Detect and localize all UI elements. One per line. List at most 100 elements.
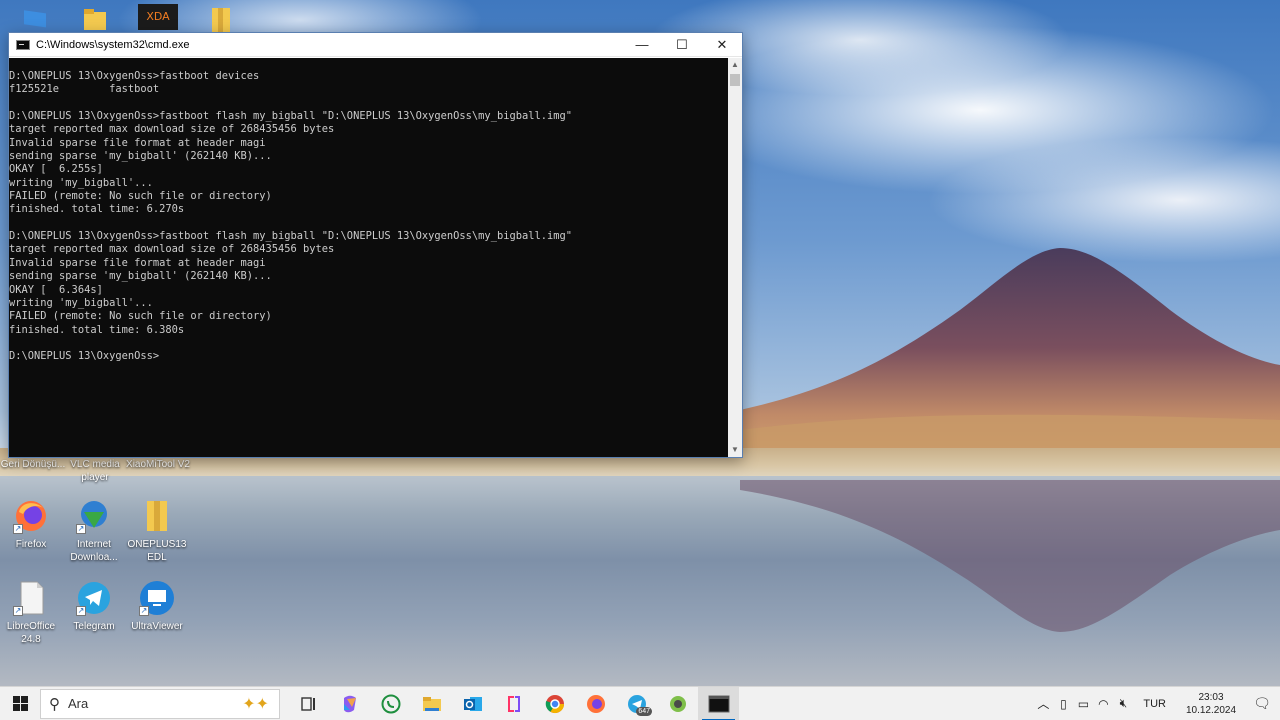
desktop-icon-label: XiaoMiTool V2: [126, 459, 190, 470]
console-line: finished. total time: 6.270s: [9, 203, 185, 216]
close-button[interactable]: ✕: [702, 33, 742, 57]
battery-icon[interactable]: ▭: [1073, 697, 1093, 711]
desktop-icon-label: Telegram: [73, 621, 115, 632]
copilot-icon: [343, 695, 356, 712]
desktop-icon-label: VLC media player: [70, 459, 120, 483]
console-line: OKAY [ 6.364s]: [9, 283, 103, 296]
scroll-up-icon[interactable]: ▲: [728, 58, 742, 72]
speaker-muted-icon[interactable]: 🔇︎: [1113, 696, 1133, 711]
chrome-icon: [545, 694, 564, 713]
taskbar-android-tool[interactable]: [657, 687, 698, 720]
xda-label: XDA: [138, 4, 178, 30]
search-icon: ⚲: [49, 695, 60, 713]
desktop-icon-label: LibreOffice 24.8: [6, 621, 56, 645]
console-line: FAILED (remote: No such file or director…: [9, 190, 272, 203]
folder-icon: [139, 498, 175, 534]
console-output[interactable]: D:\ONEPLUS 13\OxygenOss>fastboot devices…: [9, 70, 726, 457]
xda-icon[interactable]: XDA: [138, 4, 178, 32]
taskbar: ⚲ Ara ✦✦ 647 ︿ ▯ ▭ ◠ 🔇︎ TUR 23:03 10.12.…: [0, 686, 1280, 720]
desktop-icon-libreoffice[interactable]: ↗ LibreOffice 24.8: [0, 580, 64, 646]
taskbar-file-explorer[interactable]: [411, 687, 452, 720]
device-icon[interactable]: ▯: [1053, 697, 1073, 711]
console-line: writing 'my_bigball'...: [9, 176, 153, 189]
console-line: D:\ONEPLUS 13\OxygenOss>fastboot flash m…: [9, 230, 573, 243]
folder-icon[interactable]: [208, 4, 236, 32]
scroll-down-icon[interactable]: ▼: [728, 443, 742, 457]
taskbar-outlook[interactable]: [452, 687, 493, 720]
desktop-icon-firefox[interactable]: ↗ Firefox: [0, 498, 64, 551]
desktop-icon-vlc[interactable]: VLC media player: [62, 458, 128, 484]
console-line: target reported max download size of 268…: [9, 243, 335, 256]
desktop-icon-internet-download-manager[interactable]: ↗ Internet Downloa...: [61, 498, 127, 564]
notification-icon[interactable]: 🗨︎: [1244, 695, 1280, 712]
clock-date: 10.12.2024: [1185, 704, 1237, 716]
windows-logo-icon: [12, 696, 28, 711]
desktop-icon-telegram[interactable]: ↗ Telegram: [61, 580, 127, 633]
monitor-icon[interactable]: [22, 4, 50, 32]
console-line: Invalid sparse file format at header mag…: [9, 136, 266, 149]
toolbox-icon: [507, 695, 520, 712]
sparkle-icon: ✦✦: [242, 695, 269, 713]
search-box[interactable]: ⚲ Ara ✦✦: [40, 688, 280, 719]
desktop-icon-ultraviewer[interactable]: ↗ UltraViewer: [124, 580, 190, 633]
telegram-icon: ↗: [76, 580, 112, 616]
scrollbar-thumb[interactable]: [730, 74, 740, 86]
idm-icon: ↗: [76, 498, 112, 534]
console-line: finished. total time: 6.380s: [9, 323, 185, 336]
shortcut-arrow-icon: ↗: [13, 606, 23, 616]
desktop-icon-oneplus13-edl[interactable]: ONEPLUS13 EDL: [124, 498, 190, 564]
vertical-scrollbar[interactable]: ▲ ▼: [728, 58, 742, 457]
console-area[interactable]: D:\ONEPLUS 13\OxygenOss>fastboot devices…: [9, 58, 742, 457]
clock[interactable]: 23:03 10.12.2024: [1178, 691, 1244, 717]
taskbar-task-view[interactable]: [288, 687, 329, 720]
system-tray: ︿ ▯ ▭ ◠ 🔇︎ TUR 23:03 10.12.2024 🗨︎: [1033, 687, 1280, 720]
outlook-icon: [463, 696, 482, 711]
desktop-icon-label: ONEPLUS13 EDL: [127, 539, 187, 563]
console-line: FAILED (remote: No such file or director…: [9, 310, 272, 323]
taskbar-whatsapp[interactable]: [370, 687, 411, 720]
console-line: D:\ONEPLUS 13\OxygenOss>fastboot devices: [9, 70, 260, 82]
cmd-window[interactable]: C:\Windows\system32\cmd.exe — ☐ ✕ D:\ONE…: [8, 32, 743, 458]
desktop-icon-label: Internet Downloa...: [70, 539, 118, 563]
task-view-icon: [300, 696, 315, 711]
wallpaper-mountain: [740, 248, 1280, 470]
terminal-icon: [708, 695, 729, 712]
shortcut-arrow-icon: ↗: [76, 606, 86, 616]
console-line: sending sparse 'my_bigball' (262140 KB).…: [9, 150, 272, 163]
cmd-titlebar[interactable]: C:\Windows\system32\cmd.exe — ☐ ✕: [9, 33, 742, 57]
console-line: D:\ONEPLUS 13\OxygenOss>fastboot flash m…: [9, 110, 573, 123]
folder-icon[interactable]: [82, 4, 110, 32]
taskbar-cmd[interactable]: [698, 686, 739, 720]
taskbar-firefox[interactable]: [575, 687, 616, 720]
wallpaper-mountain-reflection: [740, 480, 1280, 632]
desktop-icon-label: Geri Dönüşü...: [0, 459, 66, 470]
wifi-icon[interactable]: ◠: [1093, 697, 1113, 711]
taskbar-toolbox[interactable]: [493, 687, 534, 720]
clock-time: 23:03: [1198, 691, 1224, 703]
window-title: C:\Windows\system32\cmd.exe: [36, 38, 190, 51]
start-button[interactable]: [0, 687, 40, 720]
android-icon: [669, 695, 686, 712]
whatsapp-icon: [381, 694, 400, 713]
minimize-button[interactable]: —: [622, 33, 662, 57]
taskbar-chrome[interactable]: [534, 687, 575, 720]
libreoffice-icon: ↗: [13, 580, 49, 616]
console-line: f125521e fastboot: [9, 83, 160, 96]
desktop-icon-xiaomitool[interactable]: XiaoMiTool V2: [125, 458, 191, 471]
unread-count-badge: 647: [636, 706, 652, 716]
console-line: D:\ONEPLUS 13\OxygenOss>: [9, 350, 160, 363]
folder-icon: [422, 696, 441, 711]
desktop-icon-label: UltraViewer: [131, 621, 183, 632]
taskbar-telegram[interactable]: 647: [616, 687, 657, 720]
firefox-icon: [586, 694, 605, 713]
console-line: Invalid sparse file format at header mag…: [9, 256, 266, 269]
desktop-icon-recycle-bin[interactable]: Geri Dönüşü...: [0, 458, 66, 471]
shortcut-arrow-icon: ↗: [13, 524, 23, 534]
maximize-button[interactable]: ☐: [662, 33, 702, 57]
input-language[interactable]: TUR: [1143, 698, 1166, 710]
ultraviewer-icon: ↗: [139, 580, 175, 616]
chevron-up-icon[interactable]: ︿: [1033, 695, 1053, 712]
taskbar-copilot[interactable]: [329, 687, 370, 720]
